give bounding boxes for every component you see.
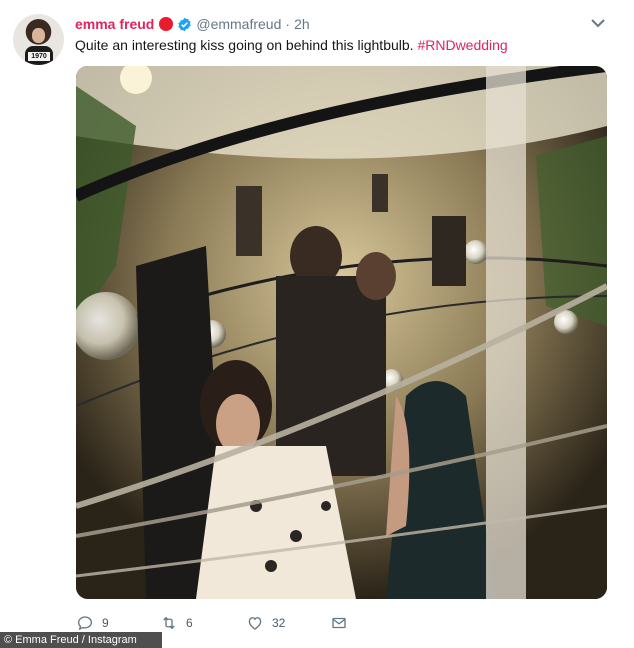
direct-message-icon (332, 617, 346, 629)
tweet-photo[interactable] (76, 66, 607, 599)
retweet-icon (163, 616, 175, 630)
chevron-down-icon[interactable] (590, 17, 606, 29)
user-handle[interactable]: @emmafreud (196, 16, 281, 32)
display-name[interactable]: emma freud (75, 16, 154, 32)
tweet-body: Quite an interesting kiss going on behin… (75, 37, 414, 53)
timestamp[interactable]: 2h (294, 16, 310, 32)
reply-count: 9 (102, 616, 109, 630)
photo-credit: © Emma Freud / Instagram (0, 632, 162, 648)
red-circle-icon (159, 17, 174, 31)
hashtag-link[interactable]: #RNDwedding (417, 37, 507, 53)
avatar-face (32, 28, 45, 43)
tweet-header: emma freud @emmafreud · 2h (75, 14, 310, 34)
reply-button[interactable]: 9 (76, 614, 160, 632)
avatar[interactable]: 1970 (13, 14, 64, 65)
reply-icon (77, 616, 93, 631)
retweet-button[interactable]: 6 (160, 614, 246, 632)
tweet: 1970 emma freud @emmafreud · 2h Quite an… (0, 0, 634, 648)
wedding-photo (76, 66, 607, 599)
separator: · (285, 16, 291, 32)
verified-icon (177, 17, 192, 32)
like-button[interactable]: 32 (246, 614, 330, 632)
like-icon (248, 617, 262, 630)
direct-message-button[interactable] (330, 614, 348, 632)
like-count: 32 (272, 616, 286, 630)
action-bar: 9 6 32 (76, 612, 348, 634)
avatar-badge: 1970 (28, 52, 50, 61)
retweet-count: 6 (186, 616, 193, 630)
tweet-text: Quite an interesting kiss going on behin… (75, 37, 508, 53)
